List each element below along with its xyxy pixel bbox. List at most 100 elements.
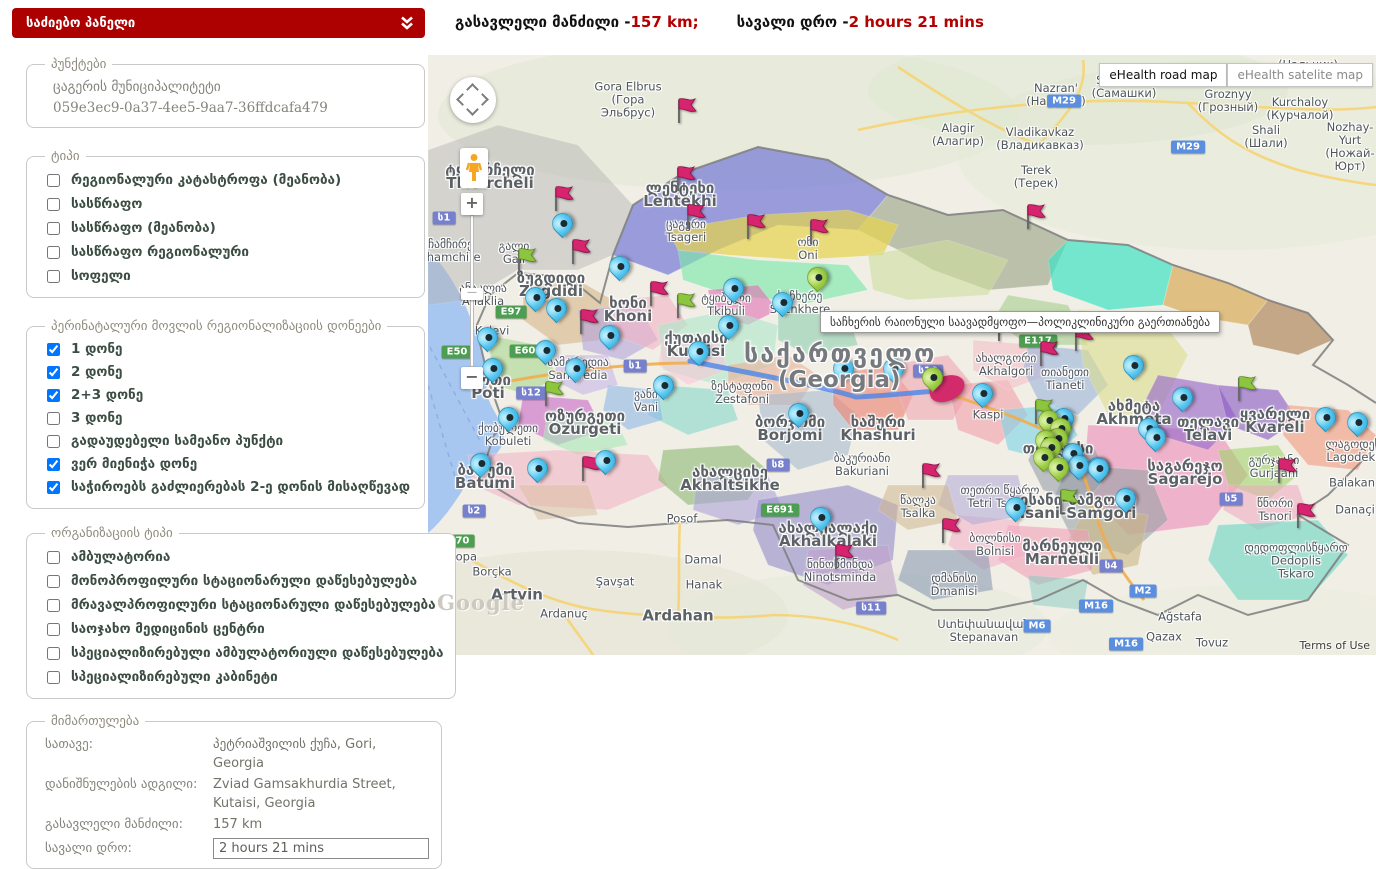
- checkbox-row-level-0[interactable]: 1 დონე: [47, 338, 412, 361]
- checkbox-level-6[interactable]: [47, 481, 60, 494]
- map-pin-blue[interactable]: [493, 403, 523, 433]
- map-pin-blue[interactable]: [472, 323, 502, 353]
- checkbox-row-level-4[interactable]: გადაუდებელი სამეანო პუნქტი: [47, 430, 412, 453]
- map-place-label: Nazran' (Назрань): [1026, 82, 1085, 108]
- checkbox-row-level-5[interactable]: ვერ მიენიჭა დონე: [47, 453, 412, 476]
- map-pin-blue[interactable]: [713, 311, 743, 341]
- street-view-pegman[interactable]: [460, 148, 488, 188]
- checkbox-level-4[interactable]: [47, 435, 60, 448]
- checkbox-type-3[interactable]: [47, 246, 60, 259]
- pan-right-icon[interactable]: [476, 93, 489, 106]
- map-flag-pink[interactable]: [744, 213, 767, 240]
- zoom-slider-handle[interactable]: —: [461, 288, 483, 300]
- map-pin-blue[interactable]: [1110, 484, 1140, 514]
- map-pin-blue[interactable]: [530, 336, 560, 366]
- checkbox-level-2[interactable]: [47, 389, 60, 402]
- map-pin-green[interactable]: [802, 263, 832, 293]
- map-flag-pink[interactable]: [832, 543, 855, 570]
- pan-down-icon[interactable]: [466, 103, 479, 116]
- pan-up-icon[interactable]: [466, 83, 479, 96]
- checkbox-type-1[interactable]: [47, 198, 60, 211]
- checkbox-row-org-4[interactable]: სპეციალიზირებული ამბულატორიული დაწესებულ…: [47, 641, 443, 665]
- map-flag-green[interactable]: [515, 247, 538, 274]
- map-pin-blue[interactable]: [560, 354, 590, 384]
- map-flag-pink[interactable]: [807, 218, 830, 245]
- checkbox-type-4[interactable]: [47, 270, 60, 283]
- map-pin-blue[interactable]: [718, 274, 748, 304]
- map-pin-blue[interactable]: [1000, 493, 1030, 523]
- checkbox-org-1[interactable]: [47, 575, 60, 588]
- map-pin-blue[interactable]: [1167, 383, 1197, 413]
- map-pan-control[interactable]: [450, 77, 496, 123]
- checkbox-row-type-0[interactable]: რეგიონალური კატასტროფა (მეანობა): [47, 168, 412, 192]
- checkbox-org-5[interactable]: [47, 671, 60, 684]
- map-flag-green[interactable]: [542, 380, 565, 407]
- checkbox-type-2[interactable]: [47, 222, 60, 235]
- map-flag-pink[interactable]: [552, 185, 575, 212]
- collapse-chevrons-icon[interactable]: [399, 15, 415, 31]
- checkbox-row-org-0[interactable]: ამბულატორია: [47, 545, 443, 569]
- map-flag-pink[interactable]: [1294, 502, 1317, 529]
- map-flag-pink[interactable]: [919, 462, 942, 489]
- checkbox-level-5[interactable]: [47, 458, 60, 471]
- checkbox-level-1[interactable]: [47, 366, 60, 379]
- map-type-satellite-button[interactable]: eHealth satelite map: [1227, 63, 1373, 87]
- checkbox-org-4[interactable]: [47, 647, 60, 660]
- checkbox-row-org-2[interactable]: მრავალპროფილური სტაციონარული დაწესებულებ…: [47, 593, 443, 617]
- search-panel-header[interactable]: საძიებო პანელი: [12, 8, 425, 38]
- map-flag-pink[interactable]: [569, 238, 592, 265]
- map-pin-blue[interactable]: [1083, 454, 1113, 484]
- checkbox-row-type-1[interactable]: სასწრაფო: [47, 192, 412, 216]
- checkbox-row-org-5[interactable]: სპეციალიზირებული კაბინეტი: [47, 665, 443, 689]
- pan-left-icon[interactable]: [456, 93, 469, 106]
- map-type-road-button[interactable]: eHealth road map: [1099, 63, 1227, 87]
- map-pin-blue[interactable]: [522, 454, 552, 484]
- map-pin-blue[interactable]: [683, 337, 713, 367]
- map-flag-pink[interactable]: [1275, 457, 1298, 484]
- map-flag-pink[interactable]: [674, 165, 697, 192]
- checkbox-org-3[interactable]: [47, 623, 60, 636]
- map-pin-blue[interactable]: [547, 209, 577, 239]
- map-pin-blue[interactable]: [878, 354, 908, 384]
- map-pin-blue[interactable]: [465, 449, 495, 479]
- checkbox-row-type-2[interactable]: სასწრაფო (მეანობა): [47, 216, 412, 240]
- checkbox-row-level-1[interactable]: 2 დონე: [47, 361, 412, 384]
- checkbox-org-2[interactable]: [47, 599, 60, 612]
- map-flag-green[interactable]: [1235, 375, 1258, 402]
- checkbox-org-0[interactable]: [47, 551, 60, 564]
- map-pin-blue[interactable]: [967, 379, 997, 409]
- map-pin-blue[interactable]: [1342, 408, 1372, 438]
- map-canvas[interactable]: Gora Elbrus (Гора Эльбрус)(Нальчик)Nazra…: [428, 55, 1376, 655]
- zoom-out-button[interactable]: −: [461, 367, 483, 389]
- map-pin-blue[interactable]: [1118, 351, 1148, 381]
- map-flag-pink[interactable]: [647, 280, 670, 307]
- checkbox-row-type-4[interactable]: სოფელი: [47, 264, 412, 288]
- map-pin-blue[interactable]: [1310, 403, 1340, 433]
- map-flag-pink[interactable]: [939, 517, 962, 544]
- checkbox-row-level-2[interactable]: 2+3 დონე: [47, 384, 412, 407]
- checkbox-row-org-1[interactable]: მონოპროფილური სტაციონარული დაწესებულება: [47, 569, 443, 593]
- map-pin-blue[interactable]: [648, 371, 678, 401]
- checkbox-row-level-3[interactable]: 3 დონე: [47, 407, 412, 430]
- checkbox-row-level-6[interactable]: საჭიროებს გაძლიერებას 2-ე დონის მისაღწევ…: [47, 476, 412, 499]
- checkbox-row-org-3[interactable]: საოჯახო მედიცინის ცენტრი: [47, 617, 443, 641]
- checkbox-type-0[interactable]: [47, 174, 60, 187]
- map-flag-pink[interactable]: [675, 97, 698, 124]
- map-pin-blue[interactable]: [805, 503, 835, 533]
- travel-time-input[interactable]: [213, 838, 429, 859]
- map-flag-green[interactable]: [1057, 488, 1080, 515]
- checkbox-level-0[interactable]: [47, 343, 60, 356]
- map-pin-blue[interactable]: [604, 252, 634, 282]
- map-flag-pink[interactable]: [1037, 340, 1060, 367]
- map-pin-blue[interactable]: [767, 288, 797, 318]
- map-flag-pink[interactable]: [684, 203, 707, 230]
- map-pin-blue[interactable]: [828, 354, 858, 384]
- map-flag-green[interactable]: [674, 292, 697, 319]
- zoom-in-button[interactable]: +: [461, 193, 483, 215]
- checkbox-level-3[interactable]: [47, 412, 60, 425]
- map-pin-blue[interactable]: [783, 399, 813, 429]
- terms-of-use-link[interactable]: Terms of Use: [1299, 639, 1370, 652]
- checkbox-row-type-3[interactable]: სასწრაფო რეგიონალური: [47, 240, 412, 264]
- map-flag-pink[interactable]: [1024, 203, 1047, 230]
- map-flag-pink[interactable]: [577, 308, 600, 335]
